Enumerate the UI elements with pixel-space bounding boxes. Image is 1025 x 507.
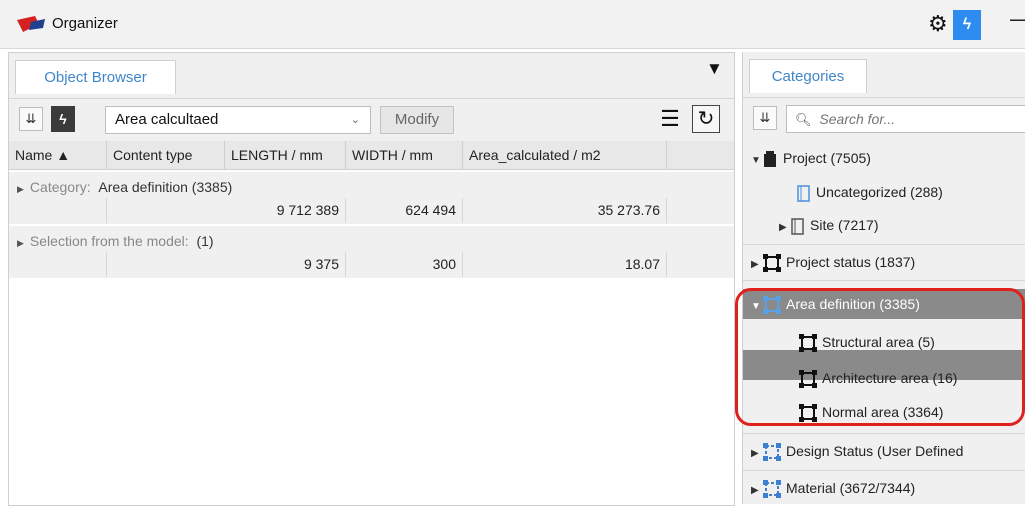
minimize-icon[interactable]: — <box>1010 6 1025 32</box>
table-cell: 18.07 <box>463 252 667 277</box>
grid-header: Name ▲ Content type LENGTH / mm WIDTH / … <box>9 141 734 170</box>
table-row[interactable]: 9 375 300 18.07 <box>9 252 734 277</box>
property-set-value: Area calcultaed <box>115 111 219 128</box>
tree-item-label: Architecture area (16) <box>822 370 958 386</box>
lightning-icon[interactable]: ϟ <box>953 10 981 40</box>
tree-item-architecture-area[interactable]: Architecture area (16) <box>799 362 957 394</box>
area-icon <box>799 334 817 353</box>
tree-item-normal-area[interactable]: Normal area (3364) <box>799 396 943 428</box>
area-blue-icon <box>763 480 781 499</box>
table-row[interactable]: ▶ Category: Area definition (3385) <box>9 175 734 200</box>
group-name: (1) <box>196 233 214 249</box>
organizer-logo-icon <box>17 16 45 32</box>
tree-separator <box>743 244 1025 245</box>
tree-item-project-status[interactable]: ▶ Project status (1837) <box>751 246 915 278</box>
tree-item-label: Area definition (3385) <box>786 296 920 312</box>
table-row[interactable]: 9 712 389 624 494 35 273.76 <box>9 198 734 223</box>
column-header-name[interactable]: Name ▲ <box>9 141 107 169</box>
expand-triangle-icon[interactable]: ▶ <box>751 249 763 281</box>
object-browser-toolbar: ⇊ ϟ Area calcultaed ⌄ Modify ☰ ↻ <box>9 98 734 141</box>
collapse-all-icon[interactable]: ⇊ <box>19 107 43 131</box>
tree-item-design-status[interactable]: ▶ Design Status (User Defined <box>751 435 963 467</box>
expanded-triangle-icon[interactable]: ▼ <box>751 145 763 177</box>
tree-item-project[interactable]: ▼ Project (7505) <box>751 142 871 174</box>
chevron-down-icon: ⌄ <box>350 114 360 126</box>
area-icon <box>799 404 817 423</box>
search-icon: 🔍︎ <box>795 112 812 127</box>
tree-separator <box>743 280 1025 281</box>
project-icon <box>764 150 776 167</box>
expand-triangle-icon[interactable]: ▶ <box>17 238 24 248</box>
tree-item-label: Project status (1837) <box>786 254 916 270</box>
gear-icon[interactable]: ⚙ <box>928 12 948 36</box>
tree-item-site[interactable]: ▶ Site (7217) <box>779 209 878 241</box>
categories-panel: Categories ⇊ 🔍︎ ▼ Project (7505) Uncatego… <box>742 52 1025 504</box>
expand-triangle-icon[interactable]: ▶ <box>17 184 24 194</box>
table-cell: 9 375 <box>107 252 346 277</box>
column-header-width[interactable]: WIDTH / mm <box>346 141 463 169</box>
tree-item-structural-area[interactable]: Structural area (5) <box>799 326 935 358</box>
group-prefix: Selection from the model: <box>29 233 189 249</box>
lightning-icon[interactable]: ϟ <box>51 106 75 132</box>
table-cell: 9 712 389 <box>107 198 346 223</box>
title-bar: Organizer ⚙ ϟ — <box>0 0 1025 49</box>
expanded-triangle-icon[interactable]: ▼ <box>751 291 763 323</box>
tab-object-browser[interactable]: Object Browser <box>15 60 176 94</box>
tree-separator <box>743 433 1025 434</box>
property-set-dropdown[interactable]: Area calcultaed ⌄ <box>105 106 371 134</box>
search-box[interactable]: 🔍︎ <box>786 105 1025 133</box>
expand-triangle-icon[interactable]: ▶ <box>779 212 791 244</box>
tree-item-label: Design Status (User Defined <box>786 443 964 459</box>
refresh-icon[interactable]: ↻ <box>692 105 720 133</box>
group-name: Area definition (3385) <box>98 179 233 195</box>
categories-toolbar: ⇊ 🔍︎ <box>743 97 1025 140</box>
modify-button[interactable]: Modify <box>380 106 454 134</box>
panel-menu-triangle-icon[interactable]: ▼ <box>706 59 723 79</box>
object-browser-panel: Object Browser ▼ ⇊ ϟ Area calcultaed ⌄ M… <box>8 52 735 506</box>
column-header-area-calculated[interactable]: Area_calculated / m2 <box>463 141 667 169</box>
tree-item-area-definition[interactable]: ▼ Area definition (3385) <box>751 288 920 320</box>
area-icon <box>763 296 781 315</box>
tree-item-uncategorized[interactable]: Uncategorized (288) <box>797 176 943 208</box>
column-header-length[interactable]: LENGTH / mm <box>225 141 346 169</box>
table-cell <box>9 198 107 223</box>
search-input[interactable] <box>817 110 1012 128</box>
tree-item-label: Project (7505) <box>783 150 871 166</box>
area-icon <box>763 254 781 273</box>
tree-item-label: Site (7217) <box>810 217 879 233</box>
collapse-all-icon[interactable]: ⇊ <box>753 106 777 130</box>
tree-item-material[interactable]: ▶ Material (3672/7344) <box>751 472 915 504</box>
expand-triangle-icon[interactable]: ▶ <box>751 438 763 470</box>
table-row[interactable]: ▶ Selection from the model: (1) <box>9 229 734 254</box>
document-icon <box>791 218 804 235</box>
column-header-content-type[interactable]: Content type <box>107 141 225 169</box>
table-cell: 624 494 <box>346 198 463 223</box>
app-title: Organizer <box>52 15 118 32</box>
expand-triangle-icon[interactable]: ▶ <box>751 475 763 507</box>
tree-item-label: Material (3672/7344) <box>786 480 916 496</box>
list-view-icon[interactable]: ☰ <box>659 105 681 133</box>
tree-item-label: Uncategorized (288) <box>816 184 943 200</box>
tab-categories[interactable]: Categories <box>749 59 867 93</box>
table-cell: 35 273.76 <box>463 198 667 223</box>
table-cell: 300 <box>346 252 463 277</box>
object-grid: ▶ Category: Area definition (3385) 9 712 … <box>9 170 734 505</box>
area-blue-icon <box>763 443 781 462</box>
table-cell <box>9 252 107 277</box>
document-icon <box>797 185 810 202</box>
tree-item-label: Normal area (3364) <box>822 404 944 420</box>
group-prefix: Category: <box>29 179 91 195</box>
tree-separator <box>743 470 1025 471</box>
area-icon <box>799 370 817 389</box>
tree-item-label: Structural area (5) <box>822 334 935 350</box>
